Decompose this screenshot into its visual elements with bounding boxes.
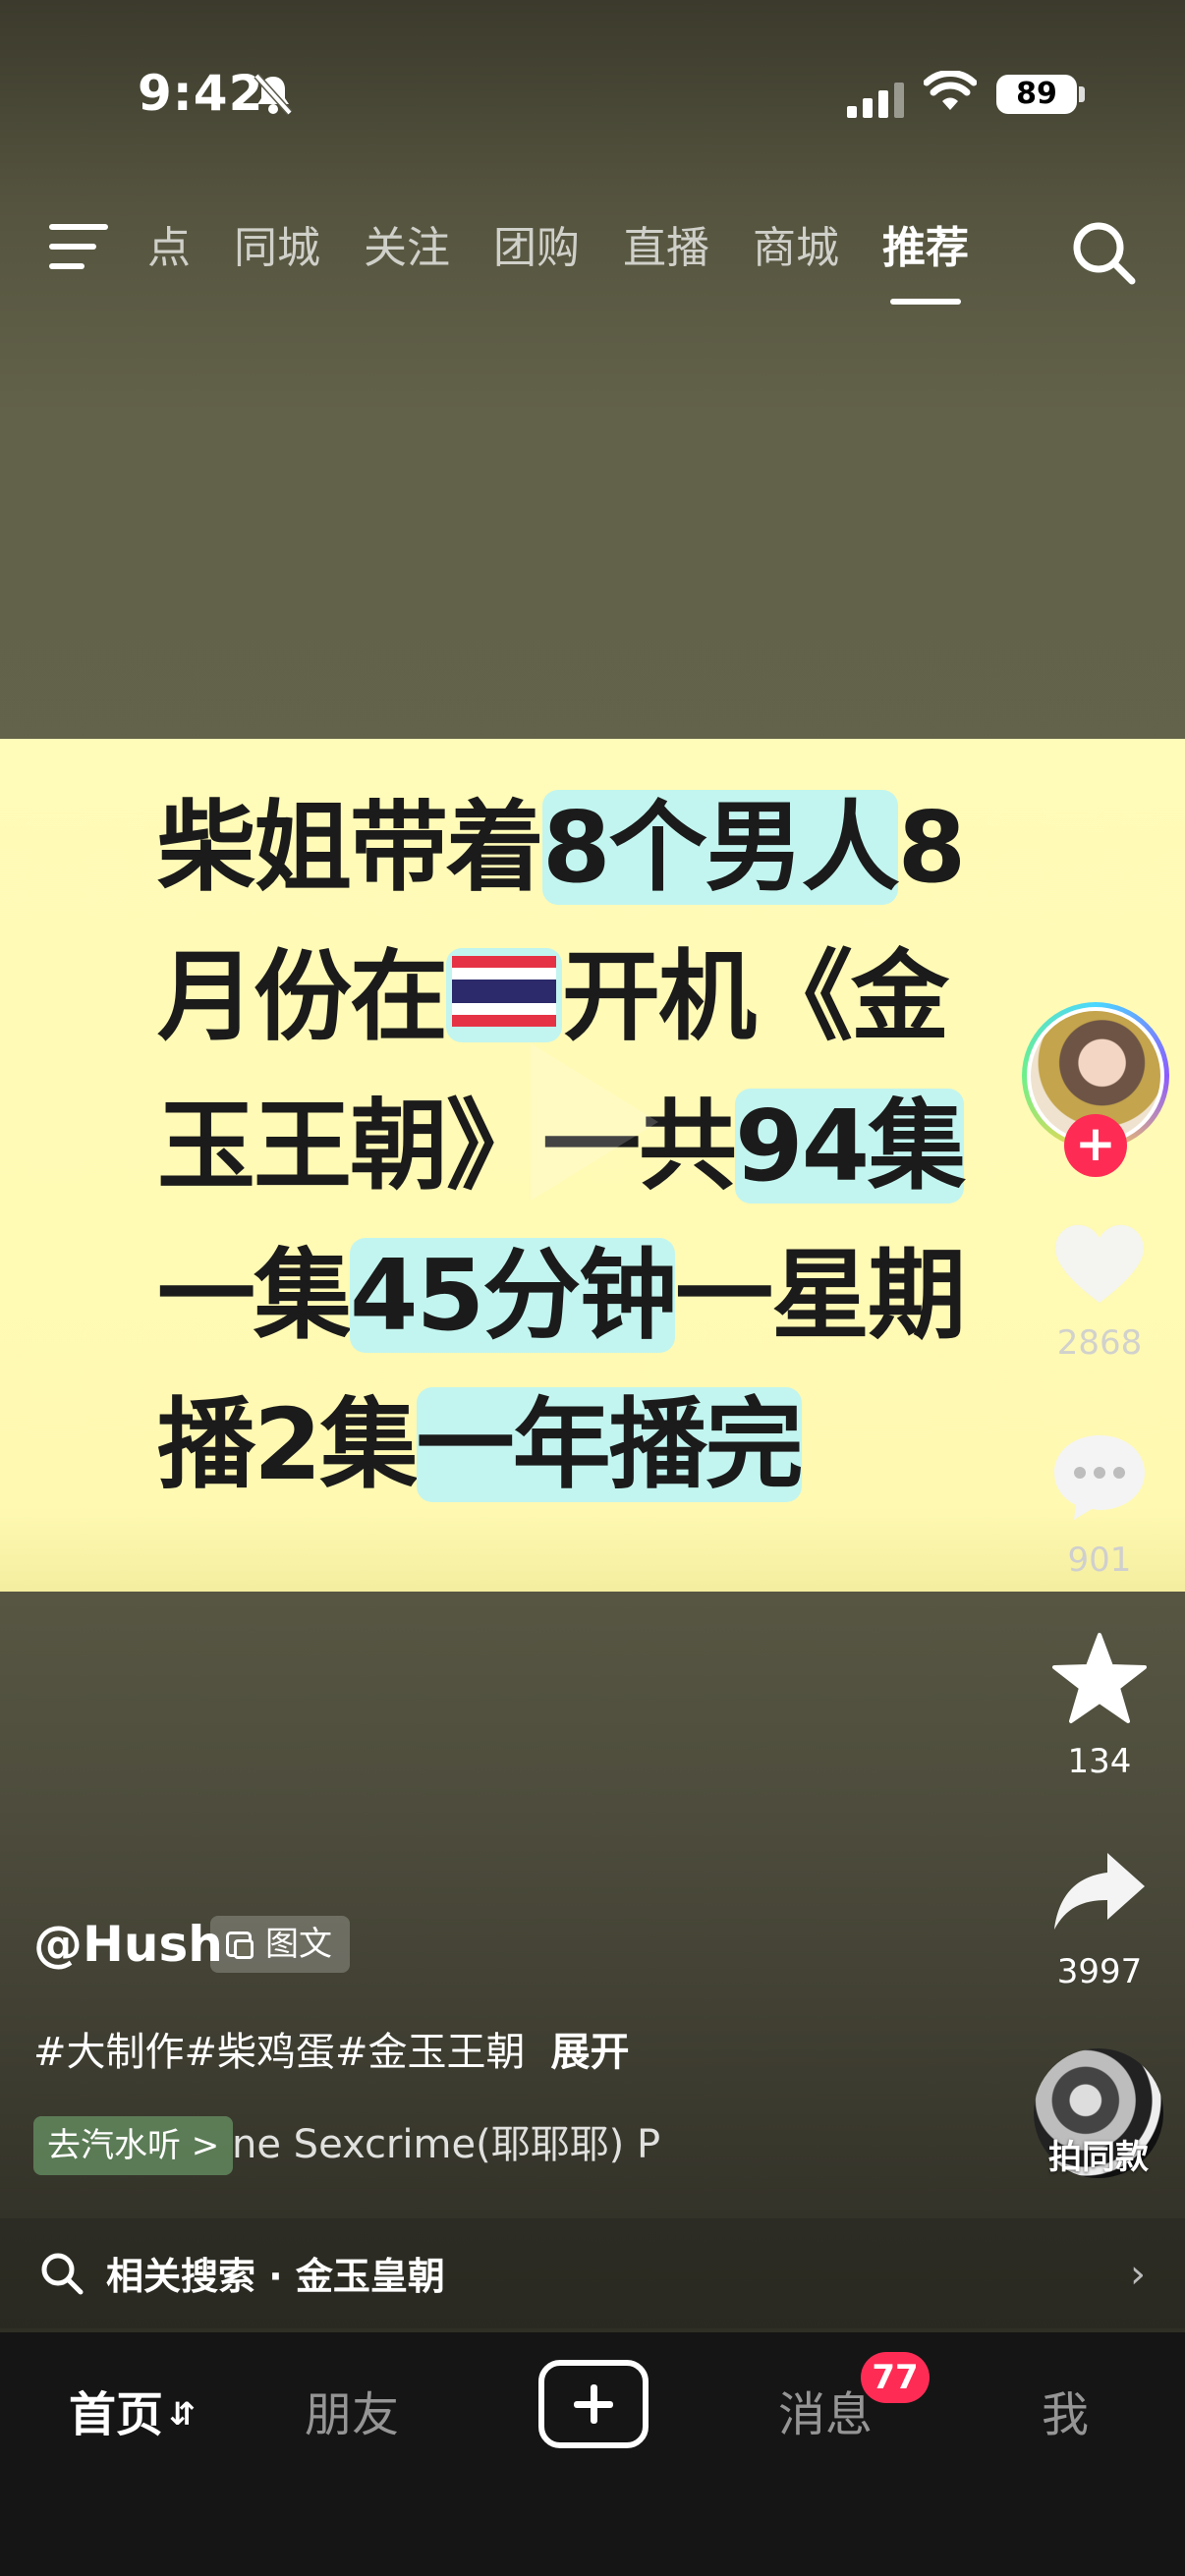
top-nav-tabs: 点 同城 关注 团购 直播 商城 推荐 xyxy=(147,214,1012,283)
expand-link[interactable]: 展开 xyxy=(551,2030,630,2075)
silent-bell-icon xyxy=(254,73,293,116)
create-post-button[interactable] xyxy=(538,2360,649,2448)
share-arrow-icon xyxy=(1054,1853,1145,1930)
tab-messages[interactable]: 消息 xyxy=(778,2376,873,2444)
search-icon[interactable] xyxy=(1069,218,1140,289)
post-image-card[interactable]: 柴姐带着8个男人8 月份在 开机《金 玉王朝》一共94集 一集45分钟一星期 播2… xyxy=(0,739,1185,1592)
favorite-count: 134 xyxy=(1067,1742,1132,1781)
related-search-bar[interactable]: 相关搜索 · 金玉皇朝 › xyxy=(0,2218,1185,2328)
card-highlight: 8个男人 xyxy=(542,790,900,905)
tab-local[interactable]: 同城 xyxy=(234,214,320,283)
battery-tip xyxy=(1079,86,1085,102)
share-count: 3997 xyxy=(1056,1952,1143,1991)
like-button[interactable]: 2868 xyxy=(1041,1218,1158,1363)
card-text-segment: 月份在 xyxy=(157,939,448,1054)
heart-icon xyxy=(1055,1224,1144,1303)
caption-hashtags[interactable]: #大制作#柴鸡蛋#金玉王朝 展开 xyxy=(33,2020,630,2077)
battery-indicator: 89 xyxy=(996,75,1077,114)
related-search-label: 相关搜索 · 金玉皇朝 xyxy=(106,2255,445,2298)
card-text-segment: 8 xyxy=(897,790,967,905)
menu-icon[interactable] xyxy=(49,224,108,271)
tab-recommended[interactable]: 推荐 xyxy=(882,214,969,283)
bottom-tab-bar: 首页 ⇵ 朋友 消息 77 我 xyxy=(0,2332,1185,2576)
card-highlight: 94集 xyxy=(735,1089,966,1204)
comment-button[interactable]: 901 xyxy=(1041,1429,1158,1580)
comment-icon xyxy=(1054,1435,1145,1520)
follow-button[interactable]: + xyxy=(1064,1114,1127,1177)
go-listen-button[interactable]: 去汽水听 > xyxy=(33,2116,234,2175)
tab-featured[interactable]: 点 xyxy=(147,214,191,283)
comment-count: 901 xyxy=(1067,1540,1132,1580)
tab-home[interactable]: 首页 ⇵ xyxy=(69,2376,196,2444)
favorite-button[interactable]: 134 xyxy=(1041,1631,1158,1781)
play-icon xyxy=(531,1043,658,1201)
wifi-icon xyxy=(924,71,977,110)
switch-icon: ⇵ xyxy=(169,2395,196,2433)
card-text-segment: 一星期 xyxy=(675,1238,966,1353)
like-count: 2868 xyxy=(1056,1323,1143,1363)
tab-following[interactable]: 关注 xyxy=(364,214,450,283)
tab-group-buy[interactable]: 团购 xyxy=(493,214,580,283)
tab-mall[interactable]: 商城 xyxy=(753,214,839,283)
card-text-segment: 播2集 xyxy=(157,1387,419,1502)
card-highlight: 一年播完 xyxy=(416,1387,804,1502)
music-title[interactable]: ne Sexcrime(耶耶耶) P xyxy=(232,2112,723,2169)
card-text-segment: 柴姐带着 xyxy=(157,790,544,905)
hashtag-text[interactable]: #大制作#柴鸡蛋#金玉王朝 xyxy=(33,2030,526,2075)
post-type-badge: 图文 xyxy=(210,1916,350,1973)
tab-live[interactable]: 直播 xyxy=(623,214,709,283)
status-time: 9:42 xyxy=(138,65,264,122)
card-highlight: 45分钟 xyxy=(350,1238,677,1353)
messages-badge: 77 xyxy=(861,2352,930,2403)
post-type-label: 图文 xyxy=(265,1925,332,1964)
tab-me[interactable]: 我 xyxy=(1042,2376,1089,2444)
thailand-flag-icon xyxy=(446,948,562,1042)
card-text-segment: 一集 xyxy=(157,1238,352,1353)
tab-home-label: 首页 xyxy=(69,2387,164,2442)
search-icon xyxy=(41,2253,84,2295)
chevron-right-icon: › xyxy=(1130,2252,1146,2297)
tab-friends[interactable]: 朋友 xyxy=(305,2376,399,2444)
image-post-icon xyxy=(226,1932,254,1959)
same-style-label[interactable]: 拍同款 xyxy=(1022,2130,1175,2178)
star-icon xyxy=(1052,1633,1147,1723)
cellular-signal-icon xyxy=(847,79,906,118)
author-name[interactable]: @Hush xyxy=(33,1916,223,1973)
share-button[interactable]: 3997 xyxy=(1041,1847,1158,1991)
